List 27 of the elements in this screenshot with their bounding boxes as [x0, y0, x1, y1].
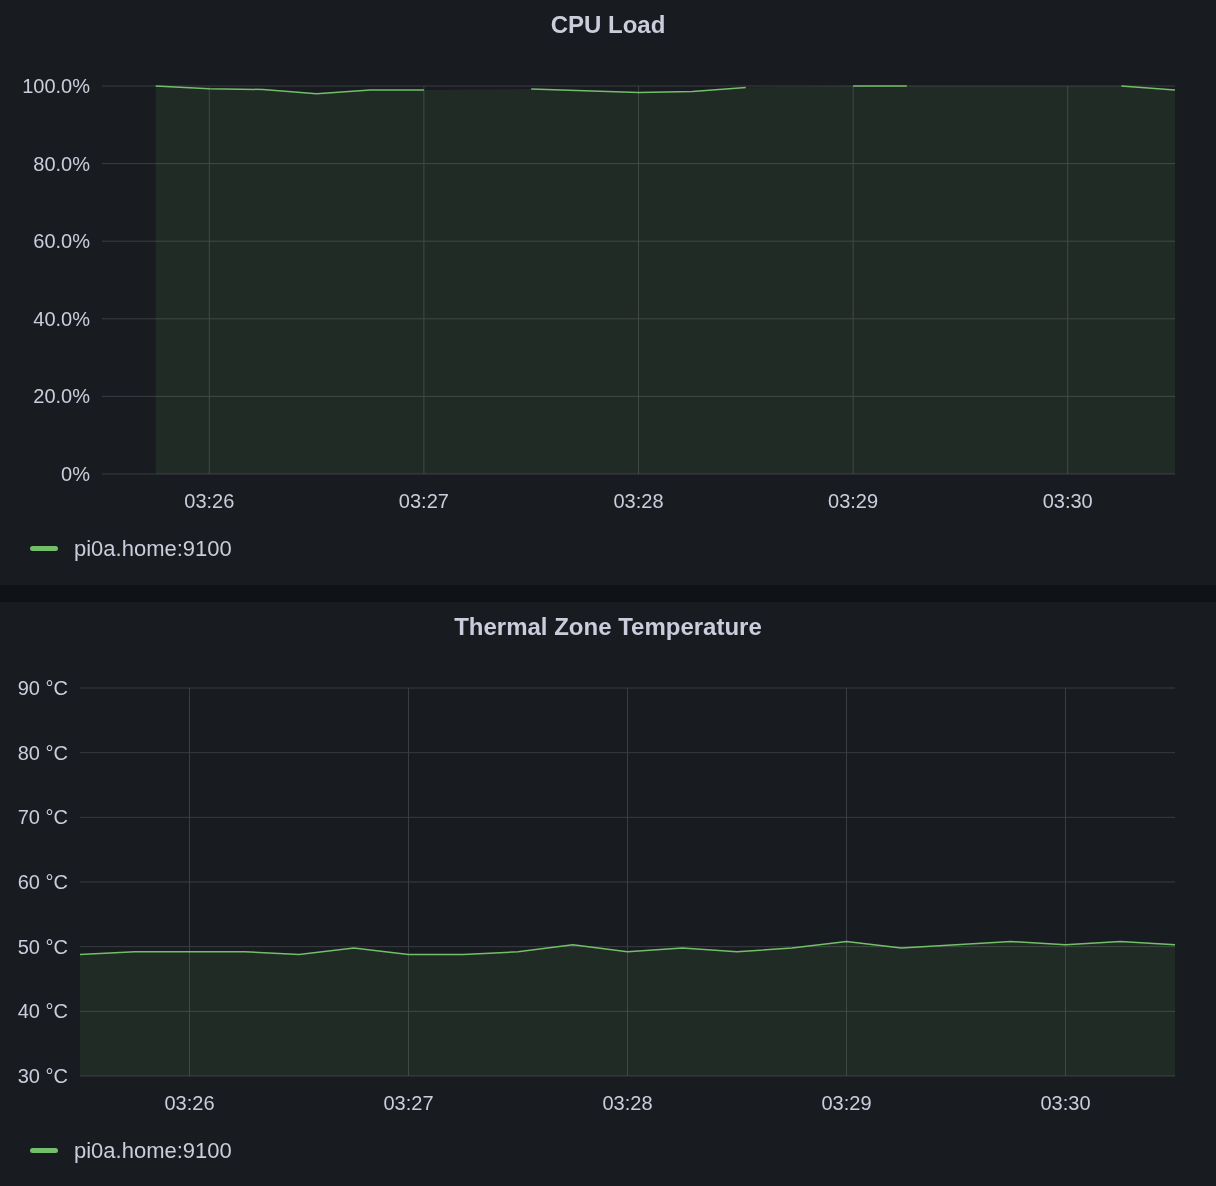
y-axis-label: 80 °C [17, 741, 68, 764]
y-axis-label: 80.0% [33, 152, 90, 175]
x-axis-label: 03:27 [398, 490, 449, 512]
legend-label[interactable]: pi0a.home:9100 [74, 532, 232, 565]
y-axis-label: 100.0% [22, 75, 90, 97]
y-axis-label: 20.0% [33, 385, 90, 408]
x-axis-label: 03:30 [1040, 1091, 1091, 1114]
y-axis-label: 70 °C [17, 805, 68, 828]
x-axis-label: 03:29 [821, 1091, 872, 1114]
y-axis-label: 40 °C [17, 999, 68, 1022]
x-axis-label: 03:27 [383, 1091, 434, 1114]
y-axis-label: 50 °C [17, 935, 68, 958]
y-axis-label: 60 °C [17, 870, 68, 893]
x-axis-label: 03:26 [184, 490, 235, 512]
y-axis-label: 30 °C [17, 1064, 68, 1087]
x-axis-label: 03:29 [828, 490, 879, 512]
x-axis-label: 03:30 [1042, 490, 1093, 512]
y-axis-label: 90 °C [17, 676, 68, 699]
panel-title: Thermal Zone Temperature [454, 611, 762, 642]
panel-title: CPU Load [550, 10, 666, 40]
y-axis-label: 60.0% [33, 230, 90, 253]
x-axis-label: 03:26 [164, 1091, 215, 1114]
legend-label[interactable]: pi0a.home:9100 [74, 1133, 232, 1167]
y-axis-label: 40.0% [33, 307, 90, 330]
x-axis-label: 03:28 [602, 1091, 653, 1114]
x-axis-label: 03:28 [613, 490, 664, 512]
y-axis-label: 0% [61, 463, 90, 485]
